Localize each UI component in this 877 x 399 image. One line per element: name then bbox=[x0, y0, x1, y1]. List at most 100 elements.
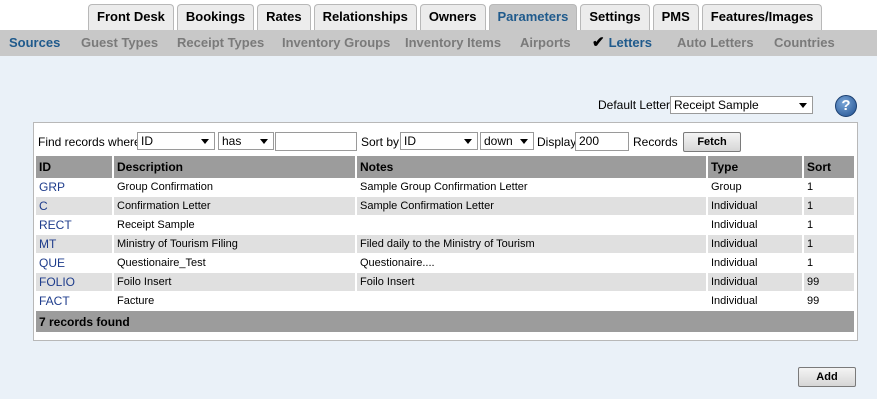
chevron-down-icon bbox=[464, 139, 472, 144]
cell-sort: 1 bbox=[804, 178, 856, 197]
sub-nav: Sources Guest Types Receipt Types Invent… bbox=[0, 30, 877, 56]
cell-notes bbox=[357, 216, 708, 235]
default-letter-select[interactable]: Receipt Sample bbox=[670, 96, 813, 114]
cell-id[interactable]: QUE bbox=[36, 254, 114, 273]
letters-table: ID Description Notes Type Sort GRP Group… bbox=[36, 156, 856, 333]
sort-direction-select[interactable]: down bbox=[480, 132, 534, 150]
cell-notes: Sample Confirmation Letter bbox=[357, 197, 708, 216]
tab-relationships[interactable]: Relationships bbox=[313, 4, 417, 30]
cell-notes: Foilo Insert bbox=[357, 273, 708, 292]
sort-direction-value: down bbox=[484, 134, 513, 148]
subnav-inventory-groups[interactable]: Inventory Groups bbox=[282, 30, 390, 56]
cell-description: Confirmation Letter bbox=[114, 197, 357, 216]
cell-notes bbox=[357, 292, 708, 311]
cell-sort: 1 bbox=[804, 197, 856, 216]
table-row[interactable]: FACT Facture Individual 99 bbox=[36, 292, 856, 311]
cell-id[interactable]: FOLIO bbox=[36, 273, 114, 292]
cell-notes: Questionaire.... bbox=[357, 254, 708, 273]
column-header-type[interactable]: Type bbox=[708, 156, 804, 178]
cell-type: Individual bbox=[708, 235, 804, 254]
find-records-label: Find records where bbox=[38, 135, 141, 149]
cell-description: Facture bbox=[114, 292, 357, 311]
sort-field-select[interactable]: ID bbox=[400, 132, 478, 150]
cell-id[interactable]: FACT bbox=[36, 292, 114, 311]
tab-rates[interactable]: Rates bbox=[257, 4, 311, 30]
cell-type: Individual bbox=[708, 292, 804, 311]
cell-description: Questionaire_Test bbox=[114, 254, 357, 273]
search-input[interactable] bbox=[275, 132, 357, 151]
table-row[interactable]: GRP Group Confirmation Sample Group Conf… bbox=[36, 178, 856, 197]
tab-bookings[interactable]: Bookings bbox=[176, 4, 255, 30]
chevron-down-icon bbox=[201, 139, 209, 144]
chevron-down-icon bbox=[520, 139, 528, 144]
subnav-inventory-items[interactable]: Inventory Items bbox=[405, 30, 501, 56]
tab-features-images[interactable]: Features/Images bbox=[701, 4, 823, 30]
cell-type: Individual bbox=[708, 273, 804, 292]
subnav-letters[interactable]: ✔ Letters bbox=[592, 30, 652, 56]
cell-description: Receipt Sample bbox=[114, 216, 357, 235]
default-letter-label: Default Letter: bbox=[598, 98, 674, 112]
display-count-input[interactable]: 200 bbox=[575, 132, 629, 151]
tab-pms[interactable]: PMS bbox=[652, 4, 699, 30]
subnav-airports[interactable]: Airports bbox=[520, 30, 571, 56]
cell-id[interactable]: C bbox=[36, 197, 114, 216]
table-row[interactable]: MT Ministry of Tourism Filing Filed dail… bbox=[36, 235, 856, 254]
cell-notes: Filed daily to the Ministry of Tourism bbox=[357, 235, 708, 254]
cell-type: Individual bbox=[708, 216, 804, 235]
records-label: Records bbox=[633, 135, 678, 149]
fetch-button[interactable]: Fetch bbox=[683, 132, 741, 152]
cell-id[interactable]: GRP bbox=[36, 178, 114, 197]
tab-settings[interactable]: Settings bbox=[580, 4, 650, 30]
table-row[interactable]: C Confirmation Letter Sample Confirmatio… bbox=[36, 197, 856, 216]
cell-sort: 1 bbox=[804, 216, 856, 235]
subnav-auto-letters[interactable]: Auto Letters bbox=[677, 30, 754, 56]
help-icon[interactable]: ? bbox=[835, 95, 857, 117]
field-select[interactable]: ID bbox=[137, 132, 215, 150]
default-letter-value: Receipt Sample bbox=[674, 98, 759, 112]
cell-sort: 99 bbox=[804, 273, 856, 292]
cell-description: Ministry of Tourism Filing bbox=[114, 235, 357, 254]
cell-type: Individual bbox=[708, 254, 804, 273]
add-button[interactable]: Add bbox=[798, 367, 856, 387]
column-header-sort[interactable]: Sort bbox=[804, 156, 856, 178]
cell-type: Individual bbox=[708, 197, 804, 216]
table-row[interactable]: RECT Receipt Sample Individual 1 bbox=[36, 216, 856, 235]
cell-type: Group bbox=[708, 178, 804, 197]
chevron-down-icon bbox=[260, 139, 268, 144]
column-header-notes[interactable]: Notes bbox=[357, 156, 708, 178]
subnav-countries[interactable]: Countries bbox=[774, 30, 835, 56]
top-bar: Front Desk Bookings Rates Relationships … bbox=[0, 0, 877, 30]
table-row[interactable]: QUE Questionaire_Test Questionaire.... I… bbox=[36, 254, 856, 273]
cell-id[interactable]: RECT bbox=[36, 216, 114, 235]
chevron-down-icon bbox=[799, 103, 807, 108]
field-select-value: ID bbox=[141, 134, 153, 148]
tab-front-desk[interactable]: Front Desk bbox=[88, 4, 174, 30]
column-header-id[interactable]: ID bbox=[36, 156, 114, 178]
cell-description: Foilo Insert bbox=[114, 273, 357, 292]
cell-sort: 1 bbox=[804, 254, 856, 273]
operator-select-value: has bbox=[222, 134, 242, 148]
cell-id[interactable]: MT bbox=[36, 235, 114, 254]
subnav-guest-types[interactable]: Guest Types bbox=[81, 30, 158, 56]
table-row[interactable]: FOLIO Foilo Insert Foilo Insert Individu… bbox=[36, 273, 856, 292]
sort-field-value: ID bbox=[404, 134, 416, 148]
subnav-letters-label: Letters bbox=[608, 35, 652, 50]
records-panel: Find records where ID has Sort by ID dow… bbox=[33, 122, 858, 341]
operator-select[interactable]: has bbox=[218, 132, 274, 150]
table-header-row: ID Description Notes Type Sort bbox=[36, 156, 856, 178]
records-found-count: 7 records found bbox=[36, 311, 856, 333]
display-label: Display bbox=[537, 135, 577, 149]
table-footer-row: 7 records found bbox=[36, 311, 856, 333]
column-header-description[interactable]: Description bbox=[114, 156, 357, 178]
checkmark-icon: ✔ bbox=[592, 34, 605, 51]
cell-sort: 1 bbox=[804, 235, 856, 254]
cell-sort: 99 bbox=[804, 292, 856, 311]
cell-description: Group Confirmation bbox=[114, 178, 357, 197]
cell-notes: Sample Group Confirmation Letter bbox=[357, 178, 708, 197]
tab-parameters[interactable]: Parameters bbox=[488, 4, 578, 30]
sort-by-label: Sort by bbox=[361, 135, 400, 149]
subnav-receipt-types[interactable]: Receipt Types bbox=[177, 30, 264, 56]
top-tabs: Front Desk Bookings Rates Relationships … bbox=[88, 4, 825, 30]
tab-owners[interactable]: Owners bbox=[419, 4, 486, 30]
subnav-sources[interactable]: Sources bbox=[9, 30, 60, 56]
